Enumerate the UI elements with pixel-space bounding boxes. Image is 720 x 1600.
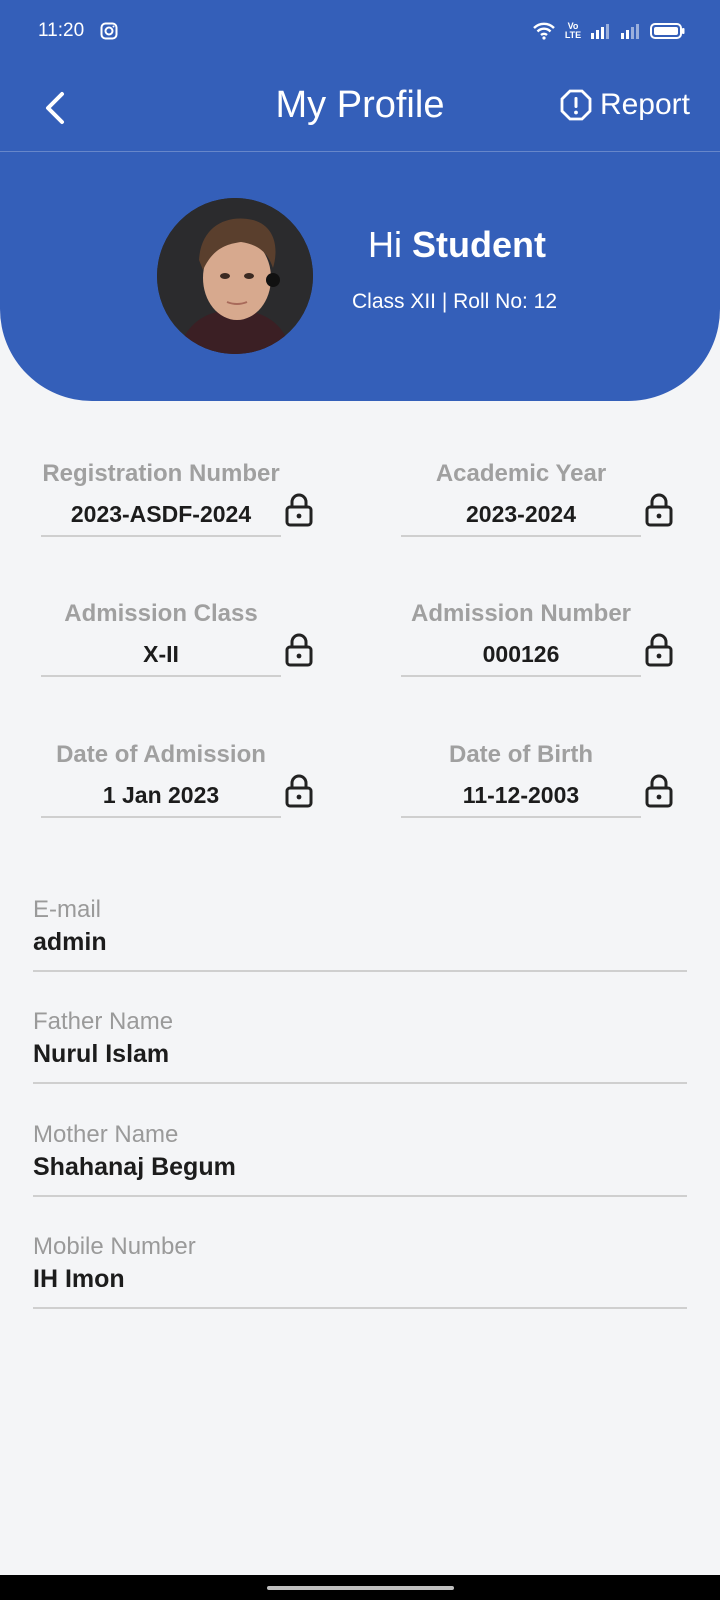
battery-icon [650,23,685,39]
field-underline [33,1195,687,1197]
lock-icon [645,774,673,808]
app-bar: My Profile Report [0,64,720,152]
student-name: Student [412,224,546,265]
registration-number-field: Registration Number 2023-ASDF-2024 [41,460,281,537]
field-underline [33,970,687,972]
home-gesture-handle[interactable] [267,1586,454,1590]
status-bar: 11:20 Vo LTE [0,0,720,64]
field-underline [401,816,641,818]
field-label: Academic Year [435,460,607,487]
field-label: Registration Number [42,460,280,487]
field-value[interactable]: IH Imon [33,1265,687,1294]
navigation-bar [0,1575,720,1600]
date-of-admission-field: Date of Admission 1 Jan 2023 [41,741,281,818]
wifi-icon [533,22,555,40]
field-underline [401,675,641,677]
report-button[interactable]: Report [560,88,690,122]
admission-number-field: Admission Number 000126 [401,600,641,677]
field-label: Father Name [33,1008,174,1035]
field-label: Date of Admission [56,741,266,768]
avatar[interactable] [157,198,313,354]
signal-icon [591,24,609,39]
field-label: Date of Birth [449,741,593,768]
field-value: 000126 [482,641,560,667]
field-value[interactable]: admin [33,928,687,957]
lock-icon [645,493,673,527]
class-roll: Class XII | Roll No: 12 [352,290,558,313]
avatar-image [157,198,313,354]
field-value: 1 Jan 2023 [102,782,220,808]
field-value: 11-12-2003 [462,782,580,808]
date-of-birth-field: Date of Birth 11-12-2003 [401,741,641,818]
field-label: E-mail [33,896,102,923]
lock-icon [285,633,313,667]
field-label: Admission Number [410,600,632,627]
academic-year-field: Academic Year 2023-2024 [401,460,641,537]
field-value: 2023-ASDF-2024 [70,501,252,527]
volte-indicator: Vo LTE [564,21,582,40]
field-underline [41,816,281,818]
field-label: Admission Class [64,600,258,627]
field-underline [33,1307,687,1309]
field-value[interactable]: Nurul Islam [33,1040,687,1069]
greeting-text: Hi [368,224,402,265]
lock-icon [285,774,313,808]
email-field[interactable]: E-mail admin [33,896,687,972]
signal-2-icon [621,24,639,39]
mobile-number-field[interactable]: Mobile Number IH Imon [33,1233,687,1309]
instagram-icon [100,22,118,40]
admission-class-field: Admission Class X-II [41,600,281,677]
lock-icon [285,493,313,527]
mother-name-field[interactable]: Mother Name Shahanaj Begum [33,1121,687,1197]
field-underline [401,535,641,537]
greeting: Hi Student [368,224,546,266]
field-value: X-II [143,641,179,667]
field-label: Mother Name [33,1121,179,1148]
field-label: Mobile Number [33,1233,196,1260]
alert-icon [560,89,592,121]
field-underline [41,535,281,537]
field-value[interactable]: Shahanaj Begum [33,1153,687,1182]
lock-icon [645,633,673,667]
field-underline [33,1082,687,1084]
field-value: 2023-2024 [466,501,576,527]
father-name-field[interactable]: Father Name Nurul Islam [33,1008,687,1084]
field-underline [41,675,281,677]
report-label: Report [599,88,690,121]
status-time: 11:20 [38,20,85,41]
